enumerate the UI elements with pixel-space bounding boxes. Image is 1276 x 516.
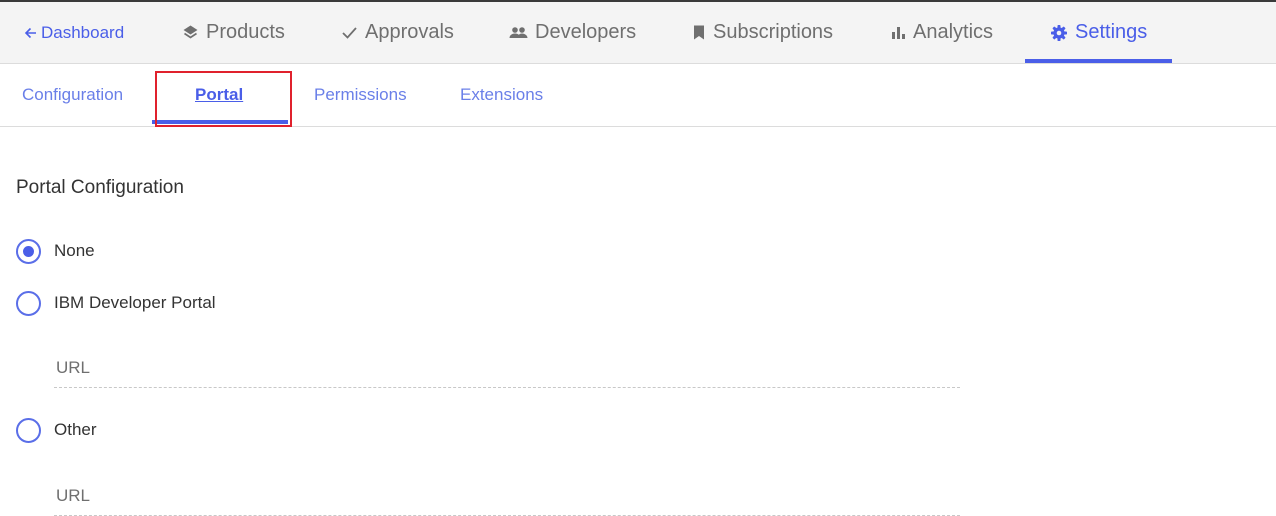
bookmark-icon xyxy=(692,24,706,41)
radio-label-ibm-developer-portal: IBM Developer Portal xyxy=(54,293,216,312)
nav-item-settings[interactable]: Settings xyxy=(1050,2,1147,63)
checkmark-icon xyxy=(341,24,358,41)
arrow-left-icon xyxy=(24,26,38,40)
active-tab-indicator xyxy=(152,120,288,124)
radio-option-other[interactable]: Other xyxy=(16,417,97,443)
back-label: Dashboard xyxy=(41,22,125,42)
active-nav-indicator xyxy=(1025,59,1172,63)
layers-icon xyxy=(182,24,199,41)
people-icon xyxy=(509,24,528,41)
nav-label-subscriptions: Subscriptions xyxy=(713,21,834,43)
bar-chart-icon xyxy=(891,24,906,41)
nav-label-settings: Settings xyxy=(1075,21,1148,43)
radio-option-ibm-developer-portal[interactable]: IBM Developer Portal xyxy=(16,290,216,316)
radio-label-other: Other xyxy=(54,420,97,439)
ibm-portal-url-input[interactable] xyxy=(54,348,960,388)
tab-extensions[interactable]: Extensions xyxy=(460,64,543,126)
nav-item-products[interactable]: Products xyxy=(182,2,285,63)
tab-label-configuration: Configuration xyxy=(22,85,124,104)
tab-permissions[interactable]: Permissions xyxy=(314,64,407,126)
nav-item-developers[interactable]: Developers xyxy=(509,2,636,63)
tab-label-portal: Portal xyxy=(195,85,244,104)
radio-label-none: None xyxy=(54,241,95,260)
nav-label-products: Products xyxy=(206,21,285,43)
radio-option-none[interactable]: None xyxy=(16,238,95,264)
section-title: Portal Configuration xyxy=(16,177,184,198)
tab-configuration[interactable]: Configuration xyxy=(22,64,123,126)
top-navigation: Dashboard Products Approvals Developers … xyxy=(0,2,1276,64)
gear-icon xyxy=(1050,24,1068,42)
nav-label-analytics: Analytics xyxy=(913,21,994,43)
radio-button-other[interactable] xyxy=(16,417,41,443)
radio-button-none[interactable] xyxy=(16,238,41,264)
tab-label-extensions: Extensions xyxy=(460,85,544,104)
tab-portal[interactable]: Portal xyxy=(195,64,243,126)
back-to-dashboard-link[interactable]: Dashboard xyxy=(24,2,124,63)
nav-item-subscriptions[interactable]: Subscriptions xyxy=(692,2,833,63)
nav-label-developers: Developers xyxy=(535,21,637,43)
settings-subnav: Configuration Portal Permissions Extensi… xyxy=(0,64,1276,127)
radio-selected-dot xyxy=(23,245,34,257)
nav-item-approvals[interactable]: Approvals xyxy=(341,2,454,63)
nav-label-approvals: Approvals xyxy=(365,21,454,43)
other-portal-url-input[interactable] xyxy=(54,476,960,516)
tab-label-permissions: Permissions xyxy=(314,85,407,104)
nav-item-analytics[interactable]: Analytics xyxy=(891,2,993,63)
radio-button-ibm-developer-portal[interactable] xyxy=(16,290,41,316)
